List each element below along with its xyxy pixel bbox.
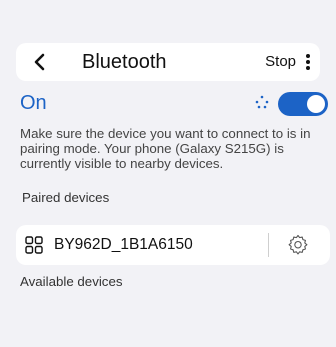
stop-scan-button[interactable]: Stop bbox=[265, 53, 296, 71]
app-bar: Bluetooth Stop bbox=[16, 43, 320, 81]
gear-icon[interactable] bbox=[286, 233, 310, 257]
chevron-left-icon bbox=[34, 53, 45, 71]
pairing-description: Make sure the device you want to connect… bbox=[20, 126, 311, 171]
available-devices-header: Available devices bbox=[20, 274, 123, 289]
toggle-knob bbox=[307, 95, 325, 113]
page-title: Bluetooth bbox=[82, 51, 167, 73]
bluetooth-toggle-switch[interactable] bbox=[278, 92, 328, 116]
more-vertical-icon bbox=[306, 54, 310, 70]
divider bbox=[268, 233, 269, 257]
scanning-icon bbox=[255, 95, 269, 109]
paired-device-item[interactable]: BY962D_1B1A6150 bbox=[16, 225, 330, 265]
more-options-button[interactable] bbox=[302, 51, 314, 73]
back-button[interactable] bbox=[28, 49, 52, 75]
device-icon bbox=[25, 236, 43, 254]
bluetooth-toggle-row[interactable]: On bbox=[20, 91, 330, 116]
paired-devices-header: Paired devices bbox=[22, 190, 110, 205]
bluetooth-state-label: On bbox=[20, 92, 47, 114]
device-name: BY962D_1B1A6150 bbox=[54, 236, 193, 253]
